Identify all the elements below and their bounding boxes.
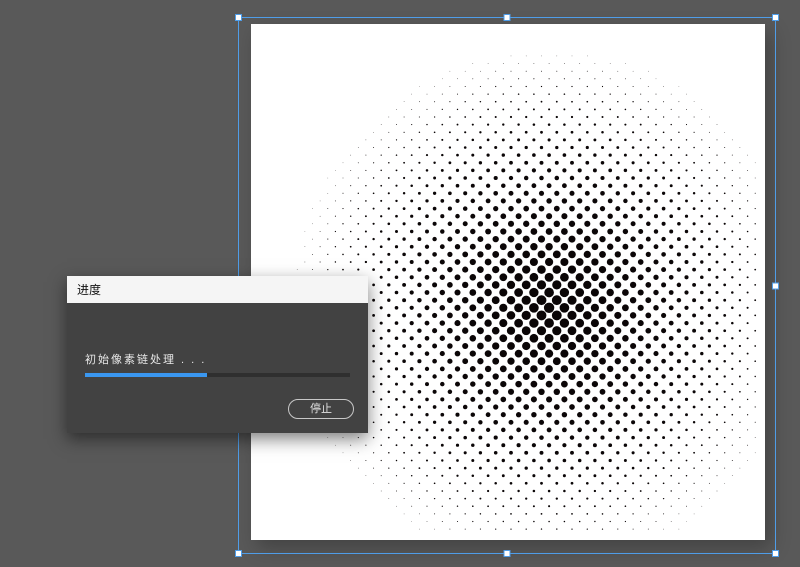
selection-handle-bottom-left[interactable] — [235, 550, 242, 557]
selection-handle-top-left[interactable] — [235, 14, 242, 21]
progress-dialog: 进度 初始像素链处理 . . . 停止 — [67, 276, 368, 433]
selection-handle-top-right[interactable] — [772, 14, 779, 21]
progress-bar-fill — [85, 373, 207, 377]
stop-button[interactable]: 停止 — [288, 399, 354, 419]
progress-status-text: 初始像素链处理 . . . — [85, 351, 350, 367]
selection-handle-right[interactable] — [772, 282, 779, 289]
progress-bar — [85, 373, 350, 377]
dialog-title: 进度 — [67, 276, 368, 303]
selection-handle-top[interactable] — [504, 14, 511, 21]
dialog-footer: 停止 — [67, 391, 368, 433]
dialog-body: 初始像素链处理 . . . — [67, 303, 368, 391]
selection-handle-bottom[interactable] — [504, 550, 511, 557]
selection-handle-bottom-right[interactable] — [772, 550, 779, 557]
